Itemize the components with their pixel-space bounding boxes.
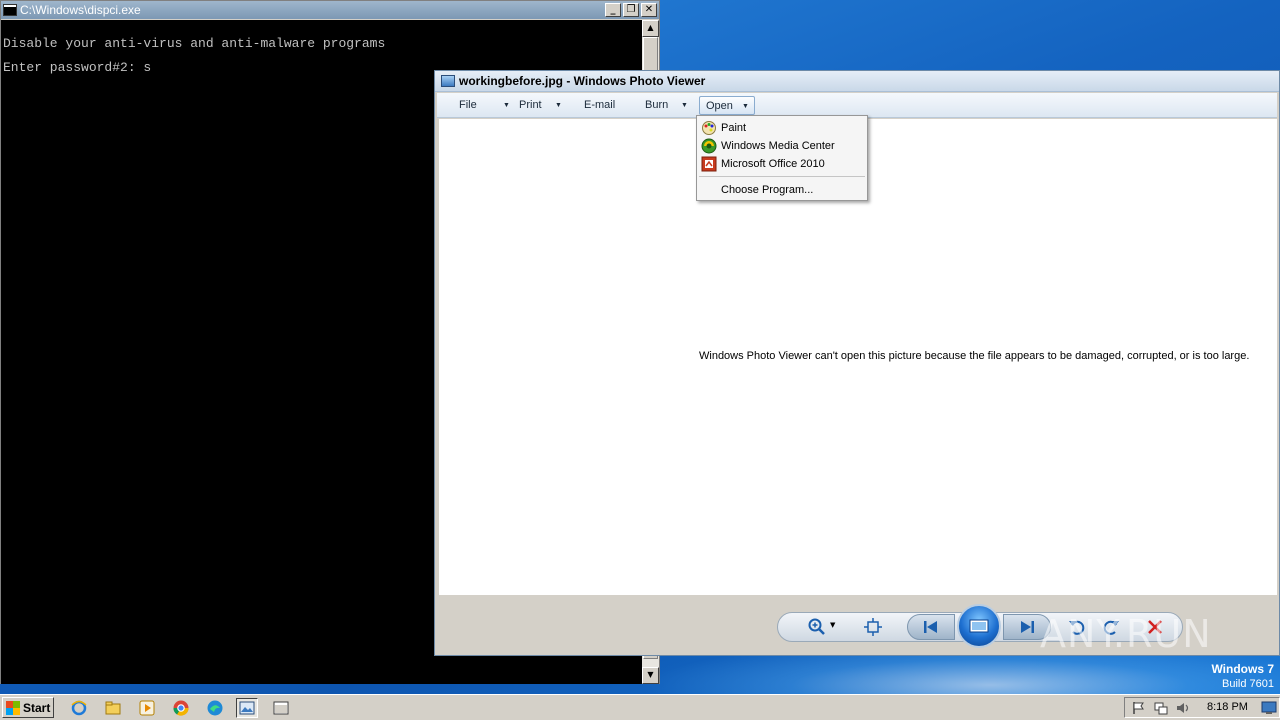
media-center-icon xyxy=(701,138,717,154)
menu-print[interactable]: Print ▼ xyxy=(513,96,569,115)
explorer-icon[interactable] xyxy=(102,698,124,718)
menu-item-label: Choose Program... xyxy=(721,184,814,196)
chevron-down-icon: ▼ xyxy=(503,102,510,109)
menu-item-windows-media-center[interactable]: Windows Media Center xyxy=(699,137,865,155)
console-title: C:\Windows\dispci.exe xyxy=(20,3,141,17)
edge-icon[interactable] xyxy=(204,698,226,718)
fit-window-icon[interactable] xyxy=(861,615,885,639)
close-button[interactable]: ✕ xyxy=(641,3,657,17)
network-icon[interactable] xyxy=(1153,700,1169,719)
action-center-flag-icon[interactable] xyxy=(1131,700,1147,719)
volume-icon[interactable] xyxy=(1175,700,1191,719)
scroll-down-arrow-icon[interactable]: ▼ xyxy=(642,667,659,684)
windows-version: Windows 7 xyxy=(1211,662,1274,676)
taskbar: Start 8:18 PM xyxy=(0,694,1280,720)
windows-build: Build 7601 xyxy=(1222,678,1274,690)
anyrun-watermark: ANY.RUN xyxy=(1040,612,1212,656)
slideshow-icon xyxy=(969,619,989,633)
blank-icon xyxy=(701,182,717,198)
console-icon xyxy=(3,4,17,16)
chevron-down-icon: ▼ xyxy=(681,102,688,109)
menu-item-label: Microsoft Office 2010 xyxy=(721,158,825,170)
watermark-text: ANY.RUN xyxy=(1040,612,1212,656)
menu-email[interactable]: E-mail xyxy=(578,96,628,115)
photo-viewer-title: workingbefore.jpg - Windows Photo Viewer xyxy=(459,74,706,88)
minimize-button[interactable]: _ xyxy=(605,3,621,17)
start-button[interactable]: Start xyxy=(2,697,54,718)
menu-print-label: Print xyxy=(519,99,542,111)
menu-email-label: E-mail xyxy=(584,99,616,111)
menu-file[interactable]: File ▼ xyxy=(453,96,510,115)
office-icon xyxy=(701,156,717,172)
slideshow-button[interactable] xyxy=(957,604,1001,648)
system-tray: 8:18 PM xyxy=(1124,697,1280,718)
menu-item-choose-program[interactable]: Choose Program... xyxy=(699,181,865,199)
menu-item-label: Windows Media Center xyxy=(721,140,835,152)
menu-file-label: File xyxy=(459,99,477,111)
menu-separator xyxy=(699,176,865,177)
clock[interactable]: 8:18 PM xyxy=(1207,701,1248,713)
paint-icon xyxy=(701,120,717,136)
windows-flag-icon xyxy=(6,700,20,715)
photo-viewer-titlebar[interactable]: workingbefore.jpg - Windows Photo Viewer xyxy=(435,71,1279,92)
media-player-icon[interactable] xyxy=(136,698,158,718)
next-icon[interactable] xyxy=(1015,615,1039,639)
console-titlebar[interactable]: C:\Windows\dispci.exe _ ❐ ✕ xyxy=(1,1,659,19)
show-desktop-icon[interactable] xyxy=(1261,701,1277,718)
ie-icon[interactable] xyxy=(68,698,90,718)
zoom-caret-icon[interactable]: ▼ xyxy=(830,621,835,629)
console-line-1: Disable your anti-virus and anti-malware… xyxy=(3,36,386,51)
menu-item-label: Paint xyxy=(721,122,747,134)
console-icon[interactable] xyxy=(270,698,292,718)
menu-open-label: Open xyxy=(706,100,733,112)
windows-brand: Windows 7 Build 7601 xyxy=(1211,662,1274,692)
menu-burn-label: Burn xyxy=(645,99,669,111)
start-label: Start xyxy=(23,700,51,715)
error-message: Windows Photo Viewer can't open this pic… xyxy=(699,350,1250,362)
chevron-down-icon: ▼ xyxy=(742,103,749,110)
scroll-up-arrow-icon[interactable]: ▲ xyxy=(642,20,659,37)
zoom-icon[interactable] xyxy=(805,615,829,639)
menu-burn[interactable]: Burn ▼ xyxy=(639,96,691,115)
menu-item-microsoft-office[interactable]: Microsoft Office 2010 xyxy=(699,155,865,173)
chevron-down-icon: ▼ xyxy=(555,102,562,109)
menu-item-paint[interactable]: Paint xyxy=(699,119,865,137)
open-with-menu: Paint Windows Media Center Microsoft Off… xyxy=(696,115,868,201)
photo-viewer-app-icon xyxy=(441,75,455,87)
chrome-icon[interactable] xyxy=(170,698,192,718)
menu-open[interactable]: Open ▼ xyxy=(699,96,755,115)
restore-button[interactable]: ❐ xyxy=(623,3,639,17)
previous-icon[interactable] xyxy=(919,615,943,639)
photo-viewer-icon[interactable] xyxy=(236,698,258,718)
